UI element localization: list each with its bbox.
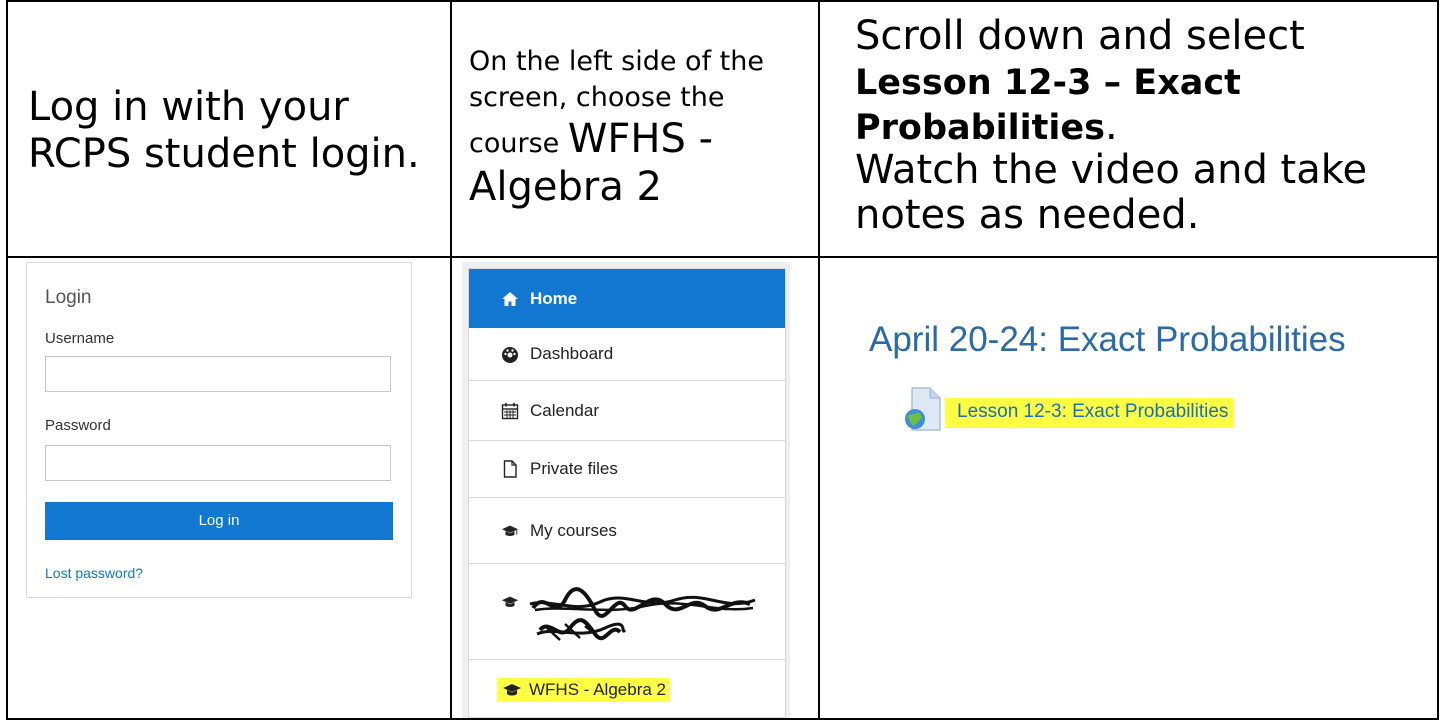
nav-item-calendar[interactable]: Calendar [469,381,785,441]
dashboard-icon [502,347,518,363]
nav-item-home[interactable]: Home [469,269,785,328]
step2-text: On the left side of the screen, choose t… [469,44,819,211]
lost-password-link[interactable]: Lost password? [45,565,143,581]
graduation-cap-icon [501,525,519,536]
home-icon [502,291,518,306]
password-input[interactable] [45,445,391,481]
nav-item-label: Calendar [530,400,599,420]
graduation-cap-icon [503,683,521,695]
username-label: Username [45,330,115,347]
section-title: April 20-24: Exact Probabilities [869,320,1346,359]
nav-panel: Home Dashboard Calendar Private files My… [468,268,786,718]
step3-period: . [1104,102,1118,149]
login-form: Login Username Password Log in Lost pass… [26,262,412,598]
table-border-left [6,0,8,720]
nav-item-private-files[interactable]: Private files [469,441,785,498]
highlighted-course: WFHS - Algebra 2 [497,677,670,702]
password-label: Password [45,417,111,434]
table-border-right [1437,0,1439,720]
login-title: Login [45,287,92,308]
nav-item-label: My courses [530,520,617,540]
lesson-link[interactable]: Lesson 12-3: Exact Probabilities [945,398,1235,428]
table-divider-1 [450,0,452,720]
step3-outro: Watch the video and take notes as needed… [855,147,1368,239]
file-icon [503,460,517,478]
step3-intro: Scroll down and select [855,13,1305,59]
nav-item-label: Home [530,288,578,308]
nav-item-wfhs-algebra-2[interactable]: WFHS - Algebra 2 [469,660,785,719]
step1-text: Log in with your RCPS student login. [28,84,420,177]
nav-item-my-courses[interactable]: My courses [469,498,785,564]
step3-lesson: Lesson 12-3 – Exact Probabilities [855,62,1241,148]
url-resource-icon [905,387,941,431]
redaction-scribble [529,587,756,641]
nav-item-dashboard[interactable]: Dashboard [469,328,785,381]
table-border-top [6,0,1439,2]
nav-item-label: Dashboard [530,344,614,363]
nav-item-label: Private files [530,459,618,478]
table-border-middle [6,256,1439,258]
calendar-icon [501,402,519,419]
nav-item-label: WFHS - Algebra 2 [529,679,666,699]
graduation-cap-icon [501,596,519,607]
login-button[interactable]: Log in [45,502,393,540]
username-input[interactable] [45,356,391,392]
step3-text: Scroll down and select Lesson 12-3 – Exa… [855,14,1435,238]
nav-drawer: Home Dashboard Calendar Private files My… [462,262,790,718]
nav-item-redacted-course[interactable] [469,564,785,660]
